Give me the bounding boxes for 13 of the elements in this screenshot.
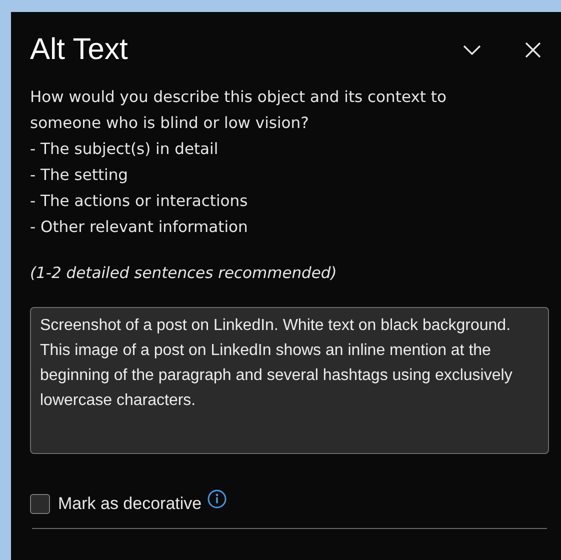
instruction-text: - The subject(s) in detail — [30, 139, 220, 160]
hint-text: (1-2 detailed sentences recommended) — [30, 263, 338, 284]
chevron-down-icon[interactable] — [463, 44, 481, 56]
close-icon[interactable] — [525, 42, 541, 58]
instruction-text: - The setting — [30, 165, 130, 186]
panel-title: Alt Text — [30, 33, 128, 67]
instruction-text: How would you describe this object and its context to someone who is blind or low vision? — [30, 87, 448, 134]
decorative-checkbox[interactable] — [30, 494, 50, 514]
instruction-text: - Other relevant information — [30, 217, 249, 238]
info-icon[interactable] — [206, 489, 227, 509]
checkbox-label: Mark as decorative — [58, 494, 202, 514]
instruction-text: - The actions or interactions — [30, 191, 249, 212]
alt-text-field[interactable]: Screenshot of a post on LinkedIn. White text on black background. This image of a post on LinkedIn shows an inline mention at the beginning of the paragraph and several hashtags using exclusively lowercase characters. — [30, 307, 549, 454]
